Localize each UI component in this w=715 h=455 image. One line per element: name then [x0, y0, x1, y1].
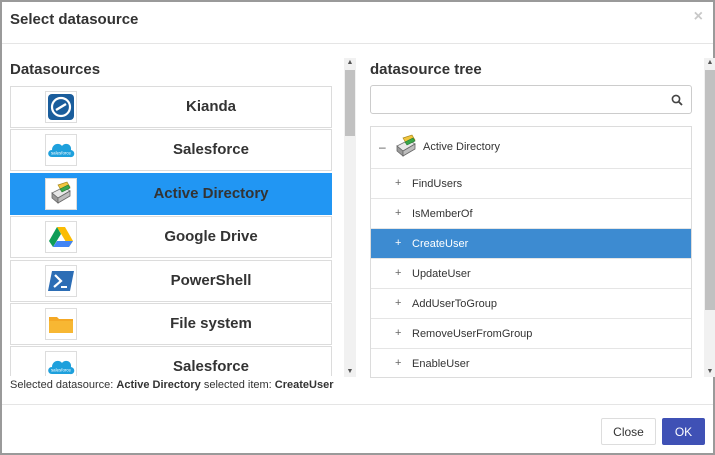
svg-text:salesforce: salesforce	[51, 368, 72, 373]
expand-plus-icon[interactable]: +	[395, 357, 401, 369]
tree-node-label: IsMemberOf	[412, 208, 473, 220]
datasource-item[interactable]: File system	[10, 302, 332, 345]
active-directory-icon	[396, 134, 416, 157]
footer-divider	[2, 404, 713, 405]
datasource-item[interactable]: Active Directory	[10, 172, 332, 215]
close-icon[interactable]: ×	[694, 9, 703, 25]
expand-plus-icon[interactable]: +	[395, 297, 401, 309]
tree-node[interactable]: + AddUserToGroup	[371, 289, 691, 319]
close-button[interactable]: Close	[601, 418, 656, 445]
datasource-item-label: Kianda	[185, 98, 236, 115]
collapse-toggle-icon[interactable]: –	[379, 140, 386, 154]
status-middle: selected item:	[203, 379, 272, 391]
status-datasource: Active Directory	[116, 379, 201, 391]
folder-icon	[45, 307, 77, 340]
powershell-icon	[45, 264, 77, 297]
datasource-item[interactable]: Google Drive	[10, 216, 332, 259]
datasource-tree-heading: datasource tree	[370, 61, 482, 78]
tree-node[interactable]: + FindUsers	[371, 169, 691, 199]
expand-plus-icon[interactable]: +	[395, 177, 401, 189]
datasource-item-label: File system	[170, 314, 252, 332]
expand-plus-icon[interactable]: +	[395, 327, 401, 339]
select-datasource-dialog: Select datasource × Datasources Kianda sa…	[0, 0, 715, 455]
expand-plus-icon[interactable]: +	[395, 237, 401, 249]
datasource-item-label: Salesforce	[173, 141, 249, 159]
svg-text:salesforce: salesforce	[51, 151, 72, 156]
salesforce-icon: salesforce	[45, 351, 77, 376]
tree-scrollbar[interactable]: ▲ ▼	[704, 58, 715, 377]
status-item: CreateUser	[274, 379, 334, 391]
datasources-heading: Datasources	[10, 61, 101, 78]
tree-node[interactable]: + UpdateUser	[371, 259, 691, 289]
datasource-item-label: Google Drive	[164, 228, 258, 246]
tree-root-active-directory[interactable]: – Active Directory	[371, 127, 691, 169]
datasource-item-label: Active Directory	[153, 184, 269, 202]
datasource-item[interactable]: salesforce Salesforce	[10, 129, 332, 172]
status-prefix: Selected datasource:	[10, 379, 114, 391]
tree-node[interactable]: + IsMemberOf	[371, 199, 691, 229]
datasource-item[interactable]: PowerShell	[10, 259, 332, 302]
tree-search-input[interactable]	[375, 89, 665, 110]
tree-node[interactable]: + RemoveUserFromGroup	[371, 319, 691, 349]
tree-node-list: + FindUsers + IsMemberOf + CreateUser + UpdateU…	[371, 169, 691, 377]
datasource-item[interactable]: Kianda	[10, 86, 332, 128]
datasource-item-label: PowerShell	[170, 271, 252, 289]
tree-node[interactable]: + CreateUser	[371, 229, 691, 259]
google-drive-icon	[45, 221, 77, 254]
active-directory-icon	[45, 177, 77, 210]
salesforce-icon: salesforce	[45, 134, 77, 167]
datasource-item[interactable]: salesforce Salesforce	[10, 346, 332, 376]
tree-node[interactable]: + EnableUser	[371, 349, 691, 377]
expand-plus-icon[interactable]: +	[395, 267, 401, 279]
datasource-tree: – Active Directory + FindUsers + IsMemberOf…	[370, 126, 692, 378]
search-icon[interactable]	[671, 94, 683, 106]
kianda-icon	[45, 91, 77, 123]
datasource-item-label: Salesforce	[173, 358, 249, 376]
tree-node-label: CreateUser	[412, 238, 469, 250]
datasource-list: Kianda salesforce Salesforce Active Directo…	[10, 86, 332, 376]
datasource-list-scrollbar[interactable]: ▲ ▼	[344, 58, 356, 377]
ok-button[interactable]: OK	[662, 418, 705, 445]
tree-node-label: RemoveUserFromGroup	[412, 328, 533, 340]
tree-node-label: EnableUser	[412, 358, 470, 370]
dialog-title: Select datasource	[10, 11, 139, 28]
selection-status: Selected datasource: Active Directory se…	[10, 379, 334, 391]
tree-node-label: UpdateUser	[412, 268, 471, 280]
dialog-header: Select datasource ×	[2, 2, 713, 44]
tree-search-box	[370, 85, 692, 114]
expand-plus-icon[interactable]: +	[395, 207, 401, 219]
tree-root-label: Active Directory	[423, 141, 501, 153]
tree-node-label: FindUsers	[412, 178, 463, 190]
tree-node-label: AddUserToGroup	[412, 298, 497, 310]
